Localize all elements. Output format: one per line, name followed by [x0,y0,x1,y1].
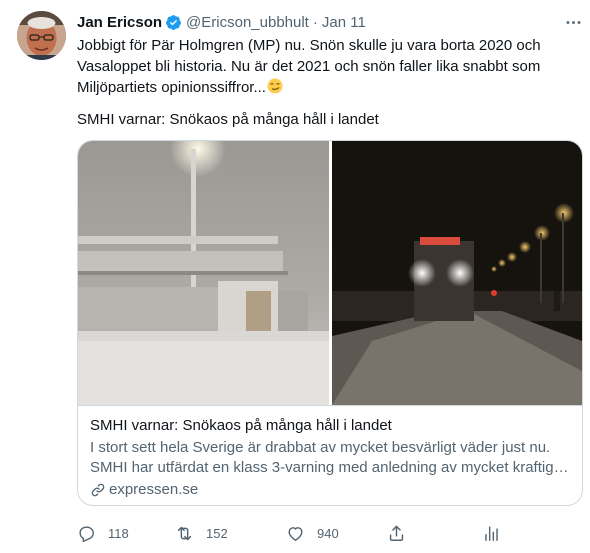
author-handle[interactable]: @Ericson_ubbhult [186,14,309,31]
retweet-button[interactable]: 152 [175,522,228,544]
card-description-line2: SMHI har utfärdat en klass 3-varning med… [90,459,570,476]
like-button[interactable]: 940 [286,522,339,544]
tweet-text-main: Jobbigt för Pär Holmgren (MP) nu. Snön s… [77,37,541,96]
card-image-left [78,141,329,405]
card-title: SMHI varnar: Snökaos på många håll i lan… [90,417,392,434]
share-button[interactable] [387,522,406,544]
tweet-text-link-title: SMHI varnar: Snökaos på många håll i lan… [77,111,379,128]
smirking-face-icon [267,78,283,94]
author-name[interactable]: Jan Ericson [77,14,162,31]
share-icon [389,525,404,541]
card-description: I stort sett hela Sverige är drabbat av … [90,438,570,478]
tweet-header: Jan Ericson @Ericson_ubbhult · Jan 11 [77,12,366,32]
analytics-button[interactable] [482,522,501,544]
retweet-icon [177,526,192,540]
card-domain-text: expressen.se [109,481,199,498]
header-separator: · [312,13,318,31]
like-count: 940 [317,525,339,541]
card-domain: expressen.se [90,480,570,500]
retweet-count: 152 [206,525,228,541]
tweet-date[interactable]: Jan 11 [322,14,366,31]
avatar-image [17,11,66,60]
link-card[interactable]: SMHI varnar: Snökaos på många håll i lan… [77,140,583,506]
tweet[interactable]: Jan Ericson @Ericson_ubbhult · Jan 11 Jo… [0,0,590,553]
verified-badge-icon [165,14,182,31]
action-bar: 118 152 940 [77,522,498,544]
reply-count: 118 [108,525,129,541]
card-media [78,141,582,405]
reply-icon [79,525,94,542]
reply-button[interactable]: 118 [77,522,129,544]
card-description-line1: I stort sett hela Sverige är drabbat av … [90,439,551,456]
tweet-text: Jobbigt för Pär Holmgren (MP) nu. Snön s… [77,35,577,98]
avatar[interactable] [17,11,66,60]
card-image-right [332,141,582,405]
heart-icon [288,526,303,541]
analytics-icon [485,525,498,541]
card-text: SMHI varnar: Snökaos på många håll i lan… [78,405,582,505]
link-icon [91,483,105,497]
more-icon[interactable] [560,12,586,32]
